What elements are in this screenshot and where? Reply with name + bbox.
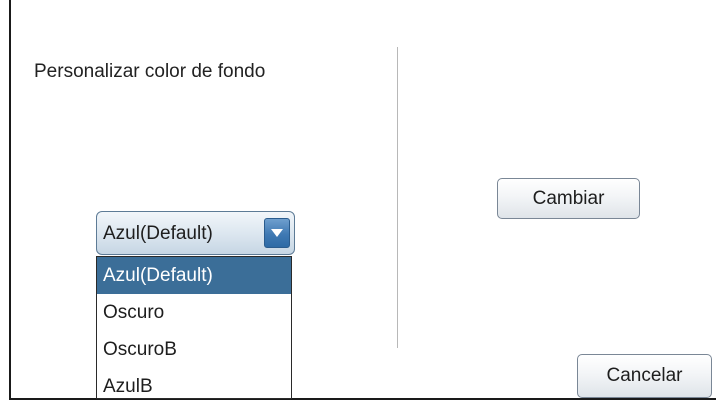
- color-scheme-combobox[interactable]: Azul(Default): [96, 211, 295, 255]
- dropdown-option-oscurob[interactable]: OscuroB: [97, 331, 291, 368]
- background-color-label: Personalizar color de fondo: [34, 61, 266, 82]
- vertical-separator: [397, 47, 398, 348]
- dropdown-option-azulb[interactable]: AzulB: [97, 368, 291, 398]
- change-button[interactable]: Cambiar: [497, 178, 640, 219]
- combobox-selected-value: Azul(Default): [103, 223, 213, 244]
- chevron-down-icon[interactable]: [264, 218, 290, 248]
- cancel-button[interactable]: Cancelar: [577, 354, 712, 398]
- dropdown-option-oscuro[interactable]: Oscuro: [97, 294, 291, 331]
- dropdown-option-azul-default[interactable]: Azul(Default): [97, 257, 291, 294]
- settings-dialog: Personalizar color de fondo Cambiar Azul…: [0, 0, 716, 403]
- dialog-left-border: [9, 0, 11, 400]
- color-scheme-dropdown-list[interactable]: Azul(Default) Oscuro OscuroB AzulB: [96, 256, 292, 399]
